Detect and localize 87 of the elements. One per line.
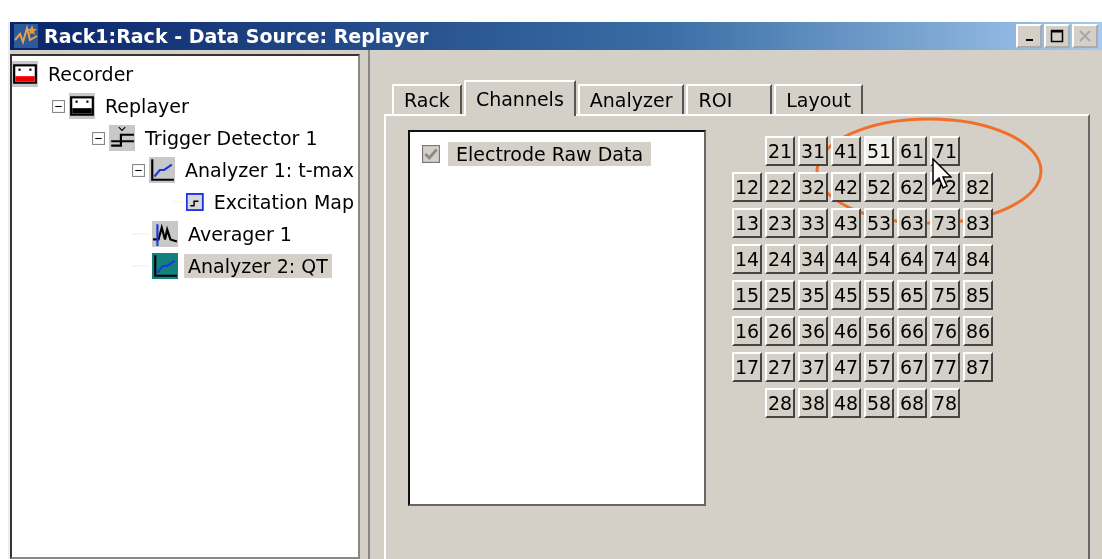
electrode-button[interactable]: 35 (798, 280, 828, 310)
electrode-button[interactable]: 83 (963, 208, 993, 238)
electrode-button[interactable]: 43 (831, 208, 861, 238)
electrode-button[interactable]: 58 (864, 388, 894, 418)
electrode-button[interactable]: 61 (897, 136, 927, 166)
electrode-button[interactable]: 38 (798, 388, 828, 418)
electrode-button[interactable]: 57 (864, 352, 894, 382)
tape-icon (69, 93, 95, 119)
maximize-icon (1049, 28, 1065, 44)
collapse-toggle[interactable] (92, 131, 105, 145)
tab[interactable]: Channels (463, 80, 576, 116)
window-title: Rack1:Rack - Data Source: Replayer (44, 25, 430, 47)
electrode-button[interactable]: 73 (930, 208, 960, 238)
electrode-button[interactable]: 53 (864, 208, 894, 238)
electrode-button[interactable]: 22 (765, 172, 795, 202)
electrode-button[interactable]: 87 (963, 352, 993, 382)
electrode-button[interactable]: 26 (765, 316, 795, 346)
electrode-button[interactable]: 25 (765, 280, 795, 310)
electrode-button[interactable]: 48 (831, 388, 861, 418)
electrode-button[interactable]: 15 (732, 280, 762, 310)
electrode-button[interactable]: 31 (798, 136, 828, 166)
minimize-button[interactable] (1016, 24, 1042, 48)
electrode-button[interactable]: 42 (831, 172, 861, 202)
electrode-button[interactable]: 86 (963, 316, 993, 346)
electrode-button[interactable]: 44 (831, 244, 861, 274)
tab[interactable]: Rack (392, 84, 462, 114)
electrode-button[interactable]: 46 (831, 316, 861, 346)
electrode-button[interactable]: 24 (765, 244, 795, 274)
tab[interactable]: ROI (686, 84, 773, 114)
electrode-button[interactable]: 82 (963, 172, 993, 202)
electrode-button[interactable]: 56 (864, 316, 894, 346)
electrode-button[interactable]: 28 (765, 388, 795, 418)
tree-item[interactable]: Excitation Map (209, 190, 358, 214)
electrode-button[interactable]: 84 (963, 244, 993, 274)
waveform-star-icon (14, 24, 38, 48)
stream-label: Electrode Raw Data (448, 142, 652, 166)
electrode-button[interactable]: 23 (765, 208, 795, 238)
step-signal-icon (109, 125, 135, 151)
tree-item[interactable]: Recorder (44, 62, 138, 86)
electrode-button[interactable]: 85 (963, 280, 993, 310)
electrode-button[interactable]: 76 (930, 316, 960, 346)
collapse-toggle[interactable] (132, 163, 145, 177)
electrode-button[interactable]: 47 (831, 352, 861, 382)
electrode-button[interactable]: 64 (897, 244, 927, 274)
chart-icon (152, 253, 178, 279)
minimize-icon (1025, 38, 1033, 42)
electrode-button[interactable]: 78 (930, 388, 960, 418)
electrode-button[interactable]: 67 (897, 352, 927, 382)
electrode-button[interactable]: 45 (831, 280, 861, 310)
maximize-button[interactable] (1044, 24, 1070, 48)
tab[interactable]: Layout (774, 84, 863, 114)
chart-icon (149, 157, 175, 183)
electrode-button[interactable]: 37 (798, 352, 828, 382)
waveform-icon (152, 221, 178, 247)
electrode-button[interactable]: 62 (897, 172, 927, 202)
electrode-button[interactable]: 41 (831, 136, 861, 166)
electrode-button[interactable]: 36 (798, 316, 828, 346)
electrode-button[interactable]: 32 (798, 172, 828, 202)
tab[interactable]: Analyzer (577, 84, 685, 114)
electrode-button[interactable]: 16 (732, 316, 762, 346)
electrode-button[interactable]: 63 (897, 208, 927, 238)
electrode-button[interactable]: 68 (897, 388, 927, 418)
electrode-button[interactable]: 65 (897, 280, 927, 310)
electrode-button[interactable]: 51 (864, 136, 894, 166)
electrode-button[interactable]: 54 (864, 244, 894, 274)
tree-item[interactable]: Replayer (101, 94, 193, 118)
electrode-button[interactable]: 33 (798, 208, 828, 238)
electrode-button[interactable]: 13 (732, 208, 762, 238)
electrode-button[interactable]: 14 (732, 244, 762, 274)
tree-item[interactable]: Averager 1 (184, 222, 296, 246)
tree-item[interactable]: Trigger Detector 1 (141, 126, 322, 150)
electrode-button[interactable]: 27 (765, 352, 795, 382)
electrode-button[interactable]: 66 (897, 316, 927, 346)
electrode-button[interactable]: 55 (864, 280, 894, 310)
electrode-button[interactable]: 74 (930, 244, 960, 274)
electrode-button[interactable]: 34 (798, 244, 828, 274)
collapse-toggle[interactable] (52, 99, 65, 113)
tree-item[interactable]: Analyzer 1: t-max (181, 158, 358, 182)
electrode-button[interactable]: 52 (864, 172, 894, 202)
electrode-button[interactable]: 77 (930, 352, 960, 382)
electrode-button[interactable]: 12 (732, 172, 762, 202)
electrode-button[interactable]: 17 (732, 352, 762, 382)
electrode-button[interactable]: 75 (930, 280, 960, 310)
close-icon (1077, 28, 1093, 44)
electrode-button[interactable]: 71 (930, 136, 960, 166)
electrode-button[interactable]: 21 (765, 136, 795, 166)
tree-item[interactable]: Analyzer 2: QT (184, 254, 332, 278)
